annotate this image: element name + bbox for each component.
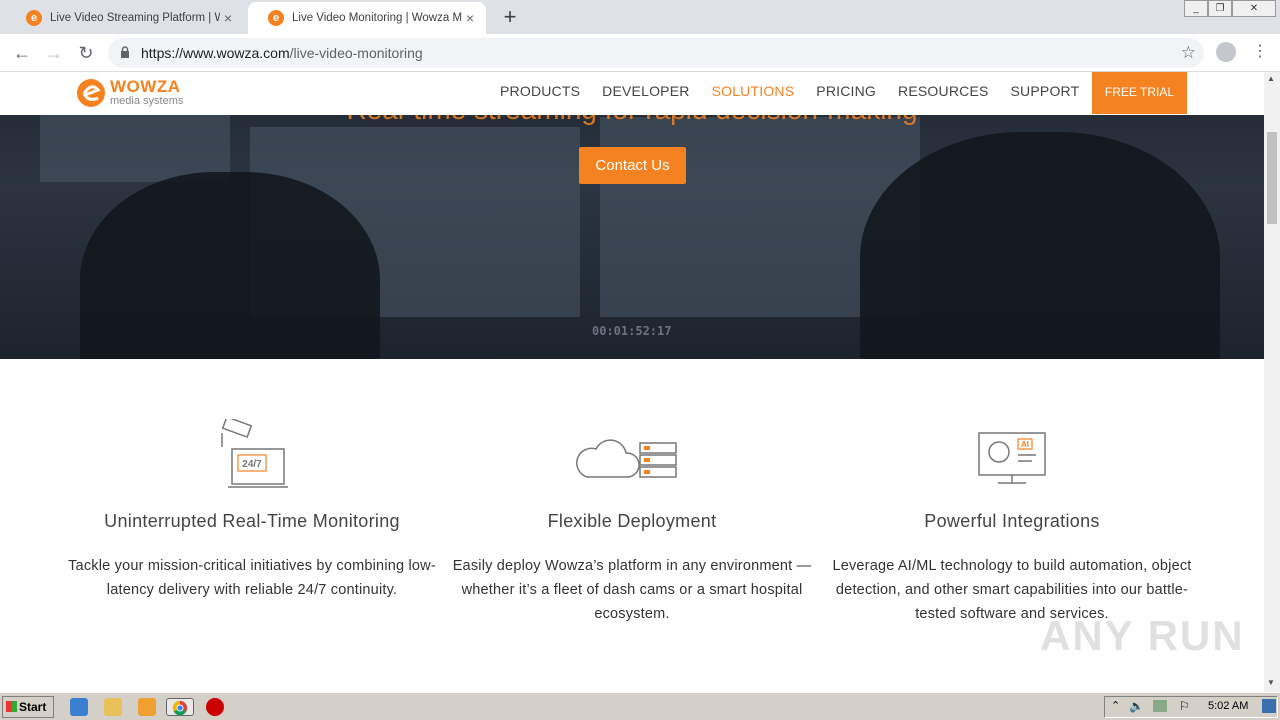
windows-taskbar: Start ⌃ 🔈 ⚐ 5:02 AM — [0, 692, 1280, 720]
media-player-icon[interactable] — [138, 698, 156, 716]
chrome-taskbar-button[interactable] — [166, 698, 194, 716]
scroll-up-icon[interactable]: ▲ — [1267, 74, 1275, 83]
feature-title: Powerful Integrations — [924, 511, 1100, 531]
profile-avatar-icon[interactable] — [1216, 42, 1236, 62]
maximize-icon[interactable]: ❐ — [1208, 0, 1232, 17]
browser-menu-icon[interactable]: ⋮ — [1252, 42, 1268, 62]
nav-resources[interactable]: RESOURCES — [898, 72, 988, 115]
wowza-logo-icon — [77, 79, 105, 107]
folder-icon[interactable] — [104, 698, 122, 716]
scroll-thumb[interactable] — [1267, 132, 1277, 224]
page-viewport: Real-time streaming for rapid decision-m… — [0, 72, 1264, 692]
nav-products[interactable]: PRODUCTS — [500, 72, 580, 115]
icon-ai-text: AI — [1021, 440, 1029, 449]
browser-tabstrip: e Live Video Streaming Platform | Wow × … — [0, 0, 1280, 34]
start-button[interactable]: Start — [2, 696, 54, 718]
bookmark-star-icon[interactable]: ☆ — [1181, 43, 1196, 63]
system-tray: ⌃ 🔈 ⚐ — [1104, 696, 1278, 718]
ai-monitor-icon: AI — [978, 432, 1046, 484]
close-tab-icon[interactable]: × — [462, 10, 478, 26]
taskbar-clock[interactable]: 5:02 AM — [1208, 700, 1248, 712]
contact-us-button[interactable]: Contact Us — [579, 147, 686, 184]
hero-bg-person — [860, 132, 1220, 359]
hero-bg-person — [80, 172, 380, 359]
tab-title: Live Video Streaming Platform | Wow — [50, 12, 220, 24]
ie-icon[interactable] — [70, 698, 88, 716]
nav-support[interactable]: SUPPORT — [1011, 72, 1080, 115]
site-nav-links: PRODUCTS DEVELOPER SOLUTIONS PRICING RES… — [500, 72, 1101, 115]
back-arrow-icon[interactable]: ← — [10, 41, 34, 65]
forward-arrow-icon[interactable]: → — [42, 41, 66, 65]
url-host: https://www.wowza.com — [141, 45, 290, 61]
browser-tab-2[interactable]: e Live Video Monitoring | Wowza Medi × — [248, 2, 486, 34]
icon-24-7-text: 24/7 — [242, 459, 262, 470]
browser-toolbar: ← → ↻ https://www.wowza.com/live-video-m… — [0, 34, 1280, 72]
nav-developer[interactable]: DEVELOPER — [602, 72, 689, 115]
wowza-favicon-icon: e — [26, 10, 42, 26]
start-label: Start — [19, 700, 47, 714]
hero-banner: Real-time streaming for rapid decision-m… — [0, 72, 1264, 359]
logo-subtitle: media systems — [110, 95, 184, 107]
nav-pricing[interactable]: PRICING — [816, 72, 876, 115]
browser-tab-1[interactable]: e Live Video Streaming Platform | Wow × — [6, 2, 244, 34]
url-path: /live-video-monitoring — [289, 45, 423, 61]
chrome-icon — [172, 700, 188, 716]
wowza-favicon-icon: e — [268, 10, 284, 26]
windows-logo-icon — [6, 701, 17, 712]
security-alert-icon[interactable] — [206, 698, 224, 716]
site-navbar: WOWZA media systems PRODUCTS DEVELOPER S… — [0, 72, 1264, 115]
feature-body: Easily deploy Wowza’s platform in any en… — [452, 558, 812, 622]
wowza-logo[interactable]: WOWZA media systems — [76, 76, 186, 110]
hero-timecode: 00:01:52:17 — [592, 324, 672, 338]
window-close-icon[interactable]: ✕ — [1232, 0, 1276, 17]
feature-title: Flexible Deployment — [547, 511, 717, 531]
tray-expand-icon[interactable]: ⌃ — [1111, 699, 1120, 712]
reload-icon[interactable]: ↻ — [74, 41, 98, 65]
scroll-down-icon[interactable]: ▼ — [1267, 678, 1275, 687]
network-icon[interactable] — [1153, 700, 1167, 712]
close-tab-icon[interactable]: × — [220, 10, 236, 26]
free-trial-button[interactable]: FREE TRIAL — [1092, 72, 1187, 114]
show-desktop-icon[interactable] — [1262, 699, 1276, 713]
action-center-flag-icon[interactable]: ⚐ — [1179, 699, 1190, 713]
address-bar[interactable]: https://www.wowza.com/live-video-monitor… — [108, 38, 1204, 68]
volume-icon[interactable]: 🔈 — [1129, 699, 1144, 713]
nav-solutions[interactable]: SOLUTIONS — [712, 72, 795, 115]
feature-title: Uninterrupted Real-Time Monitoring — [104, 511, 400, 531]
new-tab-button[interactable]: + — [498, 5, 522, 29]
url-text: https://www.wowza.com/live-video-monitor… — [141, 45, 423, 61]
lock-icon — [121, 46, 129, 58]
page-scrollbar[interactable]: ▲ ▼ — [1264, 72, 1280, 692]
logo-wordmark: WOWZA — [110, 77, 181, 96]
anyrun-watermark: ANY RUN — [1040, 612, 1245, 659]
tab-title: Live Video Monitoring | Wowza Medi — [292, 12, 462, 24]
cctv-laptop-icon: 24/7 — [221, 419, 288, 488]
minimize-icon[interactable]: _ — [1184, 0, 1208, 17]
feature-body: Tackle your mission-critical initiatives… — [68, 558, 436, 598]
cloud-server-icon — [576, 439, 677, 478]
